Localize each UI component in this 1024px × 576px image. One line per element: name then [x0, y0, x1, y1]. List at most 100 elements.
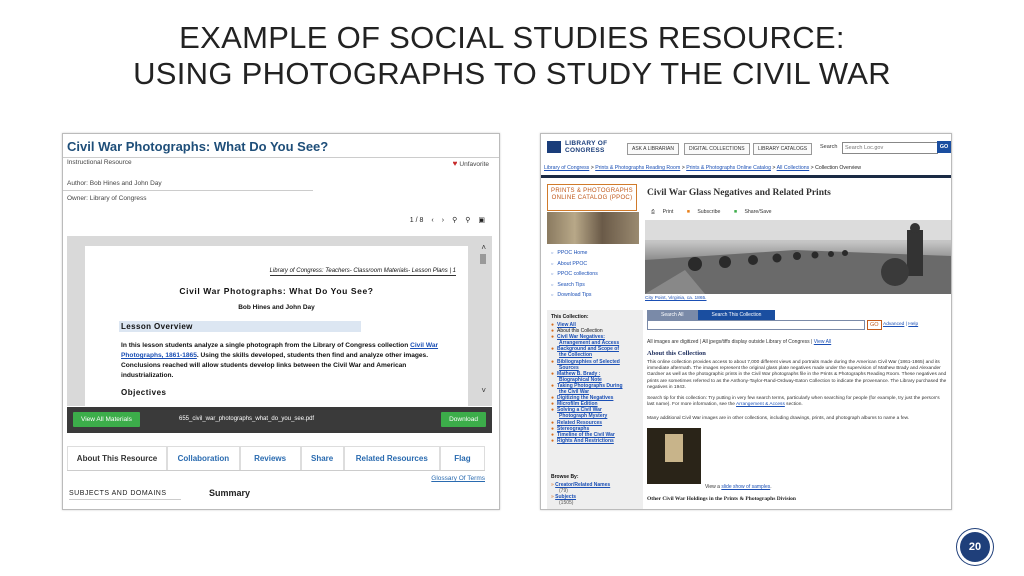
- doc-title: Civil War Photographs: What Do You See?: [179, 286, 374, 296]
- logo-line-1: LIBRARY OF: [565, 140, 608, 147]
- bullet-icon: ●: [551, 334, 555, 341]
- download-button[interactable]: Download: [441, 412, 486, 427]
- collection-nav-label: About this Collection: [557, 328, 603, 335]
- collection-nav-label: Digitizing the Negatives: [557, 395, 614, 402]
- advanced-help: Advanced | Help: [883, 322, 919, 327]
- collection-nav-label: Taking Photographs During: [557, 382, 623, 389]
- scrollbar-thumb[interactable]: [480, 254, 486, 264]
- tab-share[interactable]: Share: [300, 446, 344, 470]
- para-text: View a: [705, 484, 722, 490]
- print-icon: ⎙: [651, 209, 656, 215]
- help-link[interactable]: Help: [908, 322, 918, 327]
- collection-hero-photo[interactable]: [645, 220, 951, 294]
- digitized-note: All images are digitized | All jpegs/tif…: [647, 339, 831, 345]
- collection-search-input[interactable]: [647, 320, 865, 330]
- summary-heading: Summary: [209, 488, 251, 498]
- para-text: section.: [784, 402, 803, 408]
- resource-title: Civil War Photographs: What Do You See?: [67, 139, 329, 154]
- author-text: Author: Bob Hines and John Day: [67, 180, 162, 187]
- tab-flag[interactable]: Flag: [439, 446, 485, 470]
- photo-caption-link[interactable]: City Point, Virginia, ca. 1865.: [645, 296, 707, 301]
- view-all-materials-button[interactable]: View All Materials: [73, 412, 140, 427]
- subjects-heading: SUBJECTS AND DOMAINS: [69, 490, 181, 500]
- go-button[interactable]: GO: [937, 141, 951, 153]
- about-ppoc-link[interactable]: About PPOC: [551, 259, 598, 270]
- digital-collections-button[interactable]: DIGITAL COLLECTIONS: [684, 143, 750, 155]
- ppoc-logo[interactable]: PRINTS & PHOTOGRAPHS ONLINE CATALOG (PPO…: [547, 184, 637, 211]
- pdf-filename: 655_civil_war_photographs_what_do_you_se…: [179, 416, 315, 422]
- advanced-link[interactable]: Advanced: [883, 322, 904, 327]
- ppoc-collections-link[interactable]: PPOC collections: [551, 269, 597, 280]
- collection-nav-label: Photograph Mystery: [559, 413, 608, 420]
- loc-book-icon: [547, 141, 561, 153]
- collection-nav-item[interactable]: ● Rights And Restrictions: [551, 438, 643, 444]
- slideshow-text: View a slide show of samples.: [705, 484, 772, 490]
- collection-title: Civil War Glass Negatives and Related Pr…: [647, 188, 831, 198]
- zoom-in-icon[interactable]: ⚲: [452, 216, 457, 224]
- collection-nav-label: Solving a Civil War: [557, 407, 602, 414]
- collection-nav-label: Timeline of the Civil War: [557, 431, 615, 438]
- collection-go-button[interactable]: GO: [867, 320, 882, 330]
- search-tips-link[interactable]: Search Tips: [551, 280, 598, 291]
- sample-image[interactable]: [647, 428, 701, 484]
- tab-about-this-resource[interactable]: About This Resource: [67, 446, 168, 470]
- scroll-up-icon[interactable]: ˄: [481, 243, 486, 252]
- bullet-icon: ●: [551, 425, 555, 432]
- breadcrumb-link[interactable]: Prints & Photographs Online Catalog: [686, 165, 771, 171]
- search-label: Search: [820, 144, 838, 150]
- lesson-overview-heading: Lesson Overview: [119, 321, 361, 332]
- glossary-link[interactable]: Glossary Of Terms: [431, 475, 485, 482]
- download-tips-link[interactable]: Download Tips: [551, 290, 598, 301]
- resource-type: Instructional Resource: [67, 159, 132, 166]
- collection-nav-label: Biographical Note: [559, 376, 602, 383]
- next-page-icon[interactable]: ›: [442, 217, 444, 224]
- slideshow-link[interactable]: slide show of samples: [721, 484, 770, 490]
- collection-nav: ● View All ● About this Collection ● Civil Wa…: [551, 322, 643, 444]
- pdf-viewer[interactable]: Library of Congress: Teachers- Classroom…: [67, 236, 492, 406]
- tab-reviews[interactable]: Reviews: [239, 446, 301, 470]
- this-collection-heading: This Collection:: [551, 314, 589, 320]
- loc-logo[interactable]: LIBRARY OF CONGRESS: [547, 140, 607, 154]
- breadcrumb-link[interactable]: Prints & Photographs Reading Room: [595, 165, 680, 171]
- slide-title-line-2: USING PHOTOGRAPHS TO STUDY THE CIVIL WAR: [133, 56, 891, 91]
- bullet-icon: ●: [551, 346, 555, 353]
- fullscreen-icon[interactable]: ▣: [478, 216, 485, 224]
- zoom-out-icon[interactable]: ⚲: [465, 216, 470, 224]
- arrangement-access-link[interactable]: Arrangement & Access: [736, 402, 785, 407]
- ppoc-line-1: PRINTS & PHOTOGRAPHS: [551, 188, 633, 194]
- browse-list: » Creator/Related Names (79) » Subjects …: [551, 482, 610, 506]
- unfavorite-button[interactable]: ♥ Unfavorite: [453, 159, 489, 168]
- library-catalogs-button[interactable]: LIBRARY CATALOGS: [753, 143, 813, 155]
- tab-search-this-collection[interactable]: Search This Collection: [697, 310, 776, 320]
- search-input[interactable]: Search Loc.gov: [842, 142, 938, 154]
- subscribe-link[interactable]: ■ Subscribe: [687, 209, 727, 215]
- right-screenshot: LIBRARY OF CONGRESS ASK A LIBRARIAN DIGI…: [540, 133, 952, 510]
- tab-search-all[interactable]: Search All: [647, 310, 698, 320]
- view-all-link[interactable]: View All: [814, 339, 831, 345]
- bullet-icon: ●: [551, 328, 555, 335]
- tab-collaboration[interactable]: Collaboration: [167, 446, 240, 470]
- ppoc-home-link[interactable]: PPOC Home: [551, 248, 598, 259]
- page-counter: 1 / 8: [409, 216, 424, 224]
- collection-nav-label: Stereographs: [557, 425, 590, 432]
- print-link[interactable]: ⎙ Print: [651, 209, 679, 215]
- scroll-down-icon[interactable]: ˅: [481, 386, 486, 395]
- para-text: .: [770, 484, 772, 490]
- breadcrumb-link[interactable]: All Collections: [777, 165, 810, 171]
- pdf-toolbar: 1 / 8 ‹ › ⚲ ⚲ ▣: [409, 216, 485, 225]
- collection-nav-label: Civil War Negatives:: [557, 334, 605, 341]
- share-icon: ■: [733, 209, 737, 215]
- breadcrumb-link[interactable]: Library of Congress: [544, 165, 589, 171]
- share-link[interactable]: ■ Share/Save: [734, 209, 778, 215]
- left-screenshot: Civil War Photographs: What Do You See? …: [62, 133, 500, 510]
- ask-librarian-button[interactable]: ASK A LIBRARIAN: [627, 143, 679, 155]
- download-bar: View All Materials 655_civil_war_photogr…: [67, 407, 492, 433]
- bullet-icon: ●: [551, 401, 555, 408]
- collection-nav-label: View All: [557, 322, 576, 328]
- prev-page-icon[interactable]: ‹: [431, 217, 433, 224]
- owner-text: Owner: Library of Congress: [67, 195, 147, 202]
- collection-nav-label: Rights And Restrictions: [557, 437, 614, 444]
- tab-related-resources[interactable]: Related Resources: [343, 446, 440, 470]
- breadcrumb-current: Collection Overview: [815, 165, 861, 171]
- share-label: Share/Save: [744, 209, 772, 215]
